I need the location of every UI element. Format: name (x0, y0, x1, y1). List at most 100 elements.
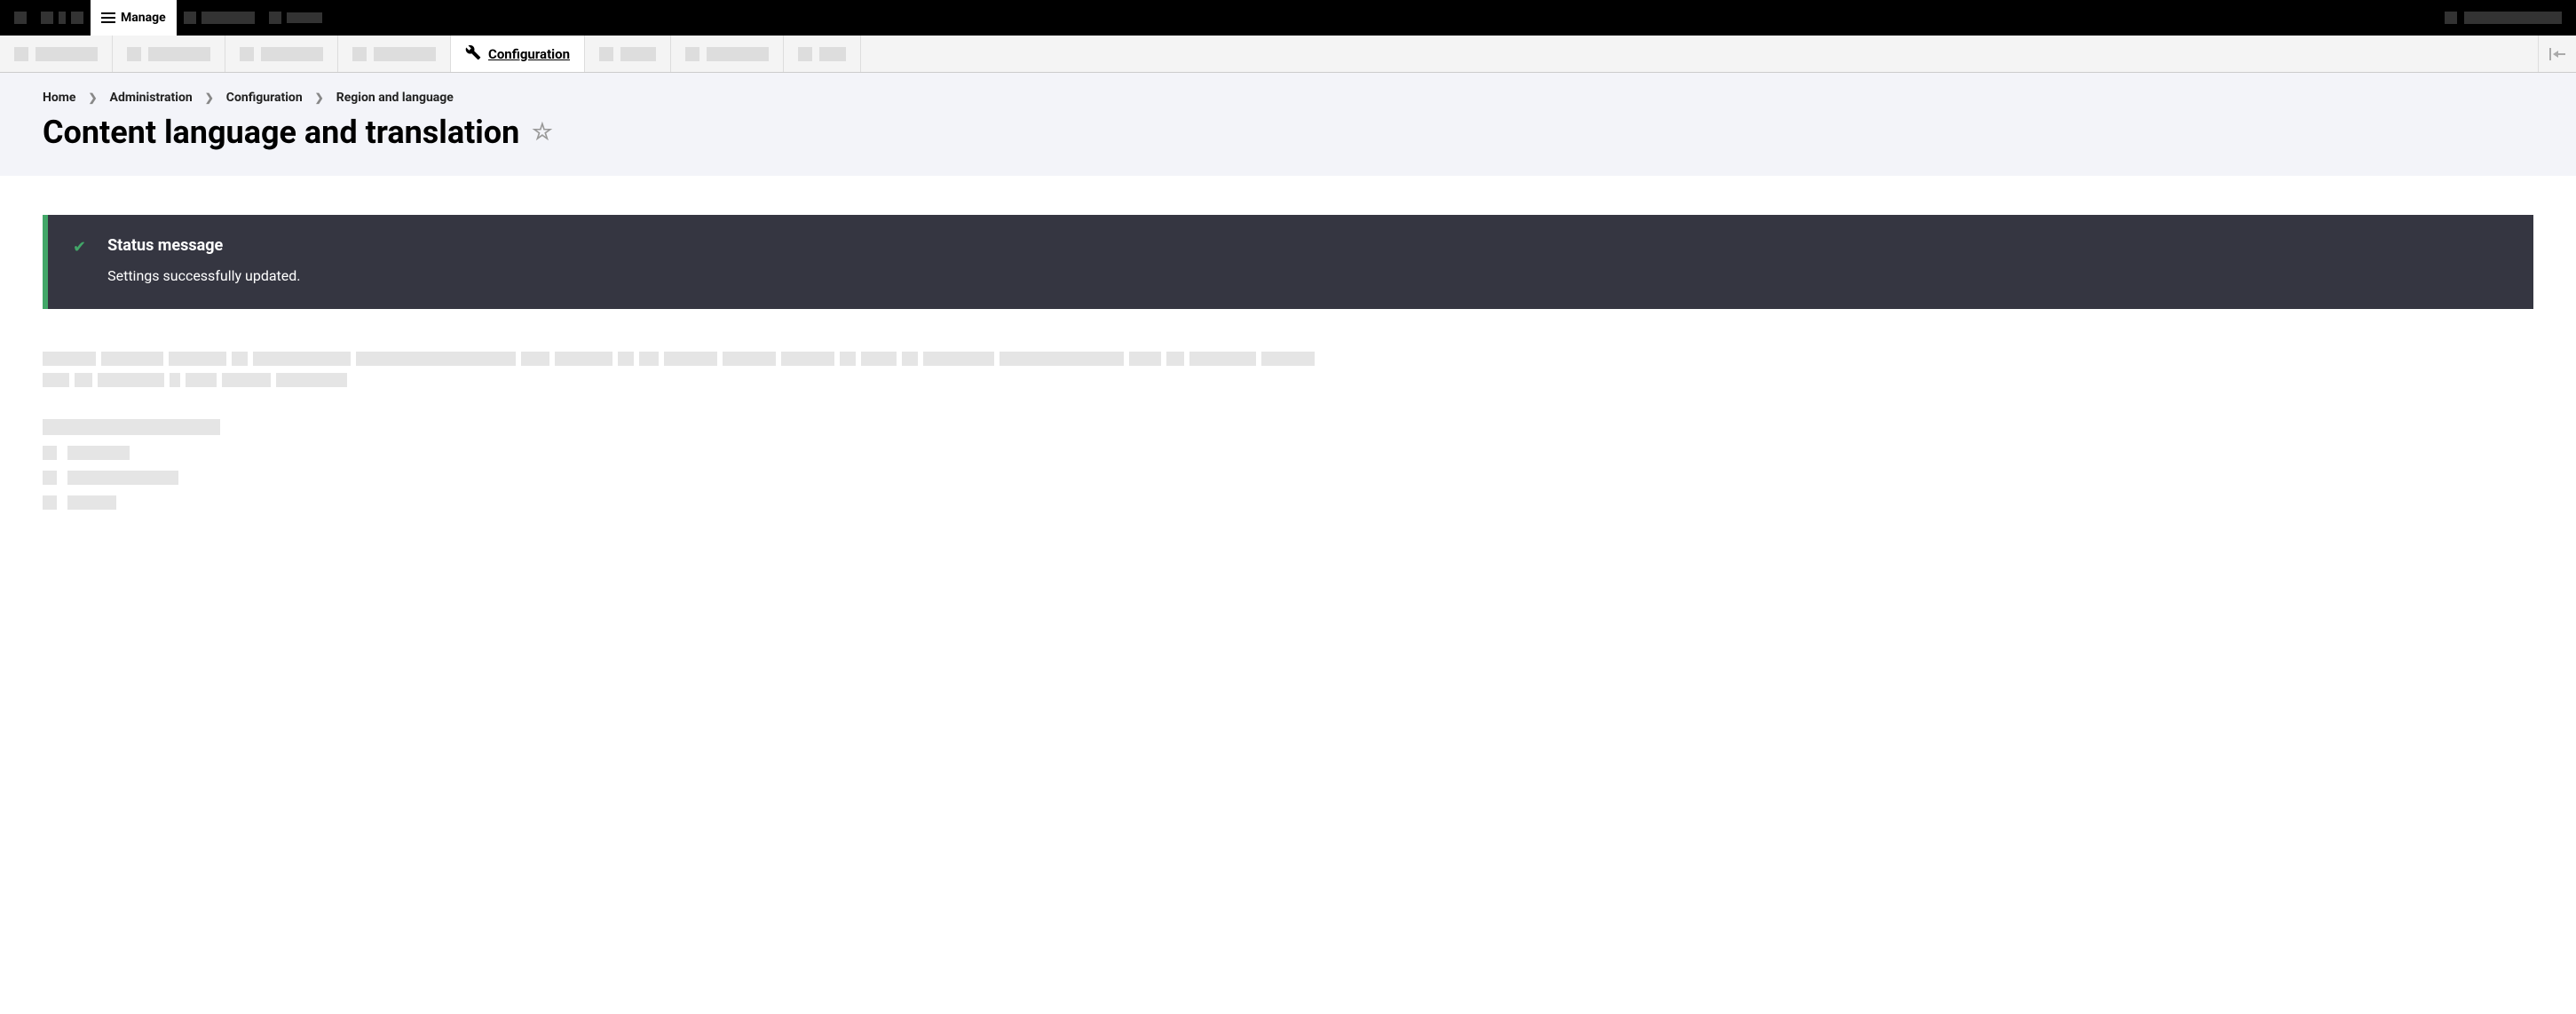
top-admin-bar: Manage (0, 0, 2576, 36)
placeholder-heading (43, 419, 220, 435)
placeholder-icon (599, 47, 613, 61)
placeholder-label (67, 495, 116, 510)
status-heading: Status message (107, 236, 2509, 255)
placeholder-row (43, 446, 2533, 460)
placeholder-text (840, 352, 856, 366)
placeholder-icon (269, 12, 281, 24)
placeholder-text (1261, 352, 1315, 366)
placeholder-text (902, 352, 918, 366)
star-icon[interactable]: ☆ (532, 119, 552, 146)
placeholder-text (75, 373, 92, 387)
placeholder-text (101, 352, 163, 366)
placeholder-text (98, 373, 164, 387)
placeholder-icon (71, 12, 83, 24)
status-message: ✔ Status message Settings successfully u… (43, 215, 2533, 309)
secondary-spacer (861, 36, 2538, 72)
placeholder-icon (240, 47, 254, 61)
secondary-tab-6[interactable] (585, 36, 671, 72)
page-header: Home ❯ Administration ❯ Configuration ❯ … (0, 73, 2576, 176)
secondary-tab-3[interactable] (225, 36, 338, 72)
placeholder-text (1166, 352, 1184, 366)
breadcrumb: Home ❯ Administration ❯ Configuration ❯ … (43, 91, 2533, 105)
page-title: Content language and translation ☆ (43, 114, 2533, 151)
placeholder-icon (352, 47, 367, 61)
placeholder-row (43, 495, 2533, 510)
placeholder-icon (14, 12, 27, 24)
placeholder-text (43, 373, 69, 387)
secondary-tab-configuration[interactable]: Configuration (451, 36, 585, 72)
breadcrumb-item-home[interactable]: Home (43, 91, 75, 105)
top-group-3[interactable] (177, 12, 262, 24)
hamburger-icon (101, 12, 115, 23)
placeholder-text (819, 47, 846, 61)
placeholder-icon (798, 47, 812, 61)
placeholder-text (861, 352, 897, 366)
placeholder-label (67, 471, 178, 485)
placeholder-text (618, 352, 634, 366)
chevron-right-icon: ❯ (205, 91, 214, 104)
placeholder-text (287, 12, 322, 23)
placeholder-text (664, 352, 717, 366)
placeholder-text (253, 352, 351, 366)
placeholder-text (723, 352, 776, 366)
placeholder-checkbox[interactable] (43, 495, 57, 510)
secondary-tab-8[interactable] (784, 36, 861, 72)
breadcrumb-item-administration[interactable]: Administration (110, 91, 193, 105)
secondary-tab-2[interactable] (113, 36, 225, 72)
wrench-icon (465, 44, 481, 64)
breadcrumb-item-configuration[interactable]: Configuration (226, 91, 303, 105)
placeholder-text (521, 352, 549, 366)
top-tab-manage-label: Manage (121, 11, 166, 25)
placeholder-icon (59, 12, 66, 24)
placeholder-icon (127, 47, 141, 61)
content-placeholder-paragraph-2 (43, 373, 2533, 387)
content-placeholder-paragraph (43, 352, 2533, 366)
status-text: Settings successfully updated. (107, 267, 2509, 284)
placeholder-icon (14, 47, 28, 61)
placeholder-text (923, 352, 994, 366)
placeholder-checkbox[interactable] (43, 471, 57, 485)
top-group-1[interactable] (7, 12, 34, 24)
placeholder-icon[interactable] (2445, 12, 2457, 24)
placeholder-text (555, 352, 612, 366)
placeholder-text (43, 352, 96, 366)
secondary-tab-4[interactable] (338, 36, 451, 72)
placeholder-text (170, 373, 180, 387)
status-body: Status message Settings successfully upd… (107, 236, 2509, 284)
top-group-2[interactable] (34, 12, 91, 24)
placeholder-text[interactable] (2464, 12, 2562, 24)
top-group-4[interactable] (262, 12, 329, 24)
placeholder-list (43, 419, 2533, 510)
placeholder-icon (41, 12, 53, 24)
breadcrumb-item-region-language[interactable]: Region and language (336, 91, 454, 105)
placeholder-text (1129, 352, 1161, 366)
main-content: ✔ Status message Settings successfully u… (0, 176, 2576, 549)
top-bar-right (2445, 0, 2569, 36)
placeholder-text (781, 352, 834, 366)
secondary-tab-configuration-label: Configuration (488, 46, 570, 62)
placeholder-text (169, 352, 226, 366)
placeholder-text (1189, 352, 1256, 366)
page-title-text: Content language and translation (43, 114, 519, 151)
placeholder-text (620, 47, 656, 61)
placeholder-text (261, 47, 323, 61)
placeholder-label (67, 446, 130, 460)
chevron-right-icon: ❯ (88, 91, 97, 104)
placeholder-checkbox[interactable] (43, 446, 57, 460)
placeholder-text (639, 352, 659, 366)
placeholder-row (43, 471, 2533, 485)
top-tab-manage[interactable]: Manage (91, 0, 177, 36)
checkmark-icon: ✔ (73, 236, 86, 284)
placeholder-text (374, 47, 436, 61)
placeholder-icon (184, 12, 196, 24)
placeholder-text (276, 373, 347, 387)
secondary-tab-7[interactable] (671, 36, 784, 72)
secondary-tab-1[interactable] (0, 36, 113, 72)
placeholder-text (1000, 352, 1124, 366)
placeholder-text (707, 47, 769, 61)
top-bar-left: Manage (7, 0, 329, 36)
collapse-icon (2549, 48, 2565, 60)
collapse-toolbar-button[interactable] (2538, 36, 2576, 72)
placeholder-text (356, 352, 516, 366)
placeholder-text (222, 373, 271, 387)
